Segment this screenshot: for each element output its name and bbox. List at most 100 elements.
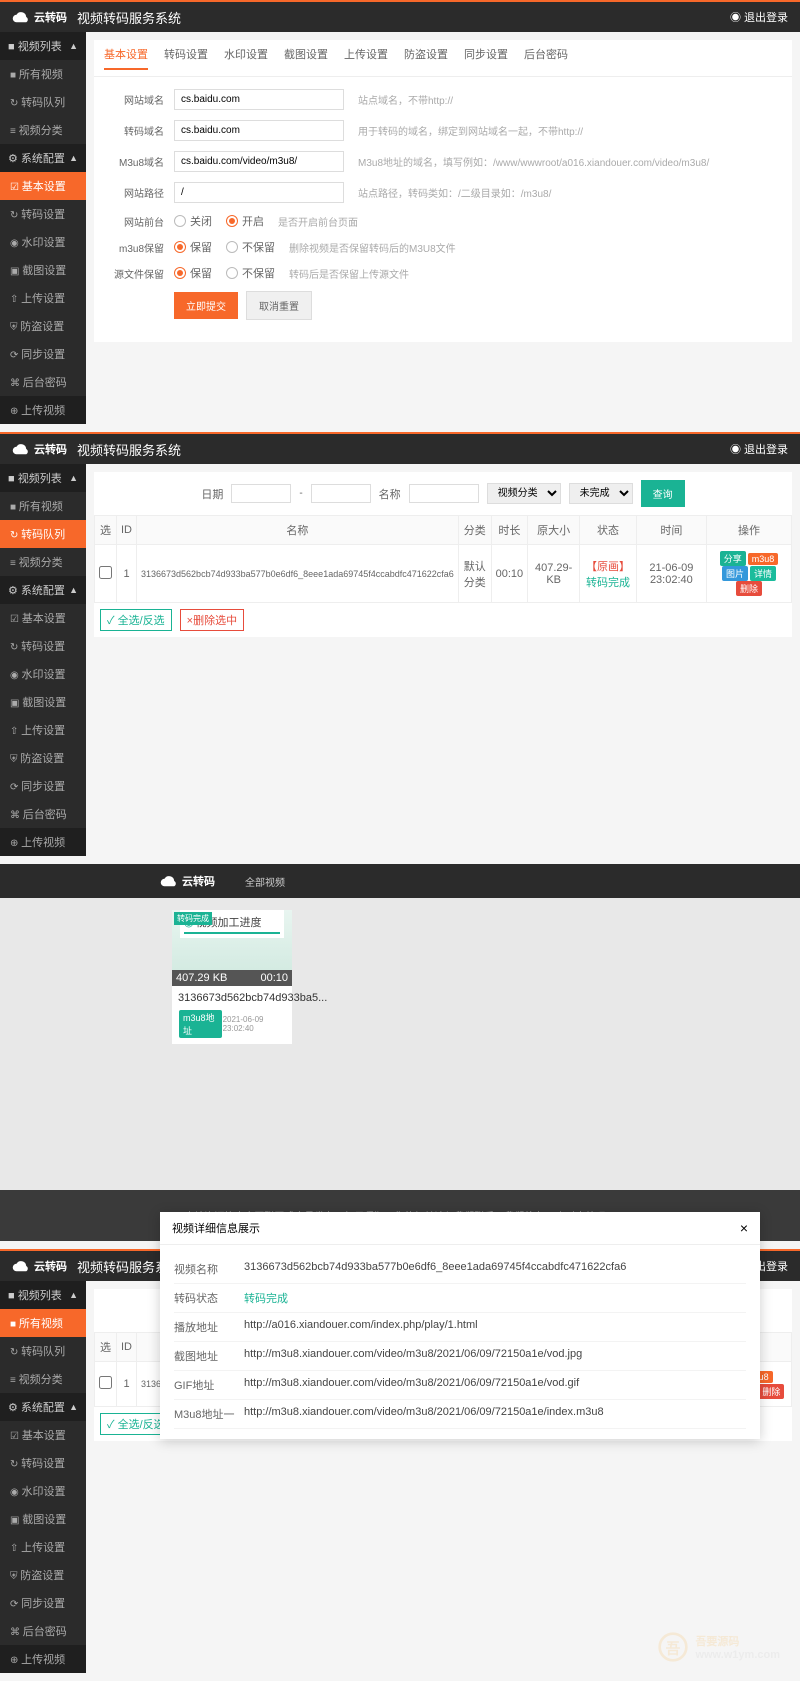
delete-selected-button[interactable]: ×删除选中 [180, 609, 244, 631]
sidebar-item-all-videos[interactable]: ■ 所有视频 [0, 492, 86, 520]
sidebar-item-antileech[interactable]: ⛨ 防盗设置 [0, 312, 86, 340]
action-detail[interactable]: 详情 [750, 566, 776, 581]
select-category[interactable]: 视频分类 [487, 483, 561, 504]
logout-link[interactable]: ◉ 退出登录 [730, 9, 788, 25]
cell-status: 【原画】转码完成 [580, 545, 637, 603]
logo: 云转码 [12, 1257, 67, 1275]
sidebar-item-sync[interactable]: ⟳ 同步设置 [0, 1589, 86, 1617]
logout-link[interactable]: ◉ 退出登录 [730, 441, 788, 457]
top-bar: 云转码 视频转码服务系统 ◉ 退出登录 [0, 0, 800, 32]
sidebar-item-password[interactable]: ⌘ 后台密码 [0, 800, 86, 828]
input-site-path[interactable] [174, 182, 344, 203]
radio-m3u8-nokeep[interactable]: 不保留 [226, 239, 275, 255]
sidebar-item-category[interactable]: ≡ 视频分类 [0, 548, 86, 576]
tab-password[interactable]: 后台密码 [524, 46, 568, 70]
label-name: 名称 [379, 486, 401, 502]
sidebar-item-screenshot[interactable]: ▣ 截图设置 [0, 688, 86, 716]
sidebar-item-queue[interactable]: ↻ 转码队列 [0, 1337, 86, 1365]
sidebar-item-transcode[interactable]: ↻ 转码设置 [0, 1449, 86, 1477]
sidebar-group-config[interactable]: ⚙ 系统配置▲ [0, 1393, 86, 1421]
sidebar-item-antileech[interactable]: ⛨ 防盗设置 [0, 744, 86, 772]
sidebar-item-password[interactable]: ⌘ 后台密码 [0, 368, 86, 396]
watermark: 吾 吾要源码www.w1ym.com [657, 1631, 780, 1663]
tab-transcode[interactable]: 转码设置 [164, 46, 208, 70]
sidebar-item-screenshot[interactable]: ▣ 截图设置 [0, 1505, 86, 1533]
sidebar-group-config[interactable]: ⚙ 系统配置▲ [0, 576, 86, 604]
sidebar-group-videos[interactable]: ■ 视频列表▲ [0, 464, 86, 492]
tab-sync[interactable]: 同步设置 [464, 46, 508, 70]
sidebar-group-videos[interactable]: ■ 视频列表▲ [0, 32, 86, 60]
th-cat: 分类 [458, 516, 491, 545]
sidebar-item-basic[interactable]: ☑ 基本设置 [0, 604, 86, 632]
sidebar-item-watermark[interactable]: ◉ 水印设置 [0, 1477, 86, 1505]
row-checkbox[interactable] [99, 1376, 112, 1389]
logo: 云转码 [160, 872, 215, 890]
table-row: 1 3136673d562bcb74d933ba577b0e6df6_8eee1… [95, 545, 792, 603]
sidebar-item-category[interactable]: ≡ 视频分类 [0, 116, 86, 144]
card-badge[interactable]: m3u8地址 [179, 1010, 222, 1038]
sidebar-item-upload[interactable]: ⇧ 上传设置 [0, 716, 86, 744]
card-date: 2021-06-09 23:02:40 [223, 1015, 286, 1033]
input-date-to[interactable] [311, 484, 371, 503]
close-icon[interactable]: × [740, 1220, 748, 1236]
th-status: 状态 [580, 516, 637, 545]
sidebar-item-screenshot[interactable]: ▣ 截图设置 [0, 256, 86, 284]
sidebar-item-basic[interactable]: ☑ 基本设置 [0, 172, 86, 200]
radio-src-nokeep[interactable]: 不保留 [226, 265, 275, 281]
input-trans-domain[interactable] [174, 120, 344, 141]
tab-antileech[interactable]: 防盗设置 [404, 46, 448, 70]
sidebar-group-videos[interactable]: ■ 视频列表▲ [0, 1281, 86, 1309]
sidebar-item-queue[interactable]: ↻ 转码队列 [0, 88, 86, 116]
action-share[interactable]: 分享 [720, 551, 746, 566]
sidebar-item-all-videos[interactable]: ■ 所有视频 [0, 60, 86, 88]
sidebar-item-upload[interactable]: ⇧ 上传设置 [0, 284, 86, 312]
select-status[interactable]: 未完成 [569, 483, 633, 504]
sidebar-item-watermark[interactable]: ◉ 水印设置 [0, 660, 86, 688]
sidebar-item-upload-video[interactable]: ⊕ 上传视频 [0, 1645, 86, 1673]
search-button[interactable]: 查询 [641, 480, 685, 507]
cell-name: 3136673d562bcb74d933ba577b0e6df6_8eee1ad… [137, 545, 459, 603]
input-date-from[interactable] [231, 484, 291, 503]
tab-watermark[interactable]: 水印设置 [224, 46, 268, 70]
action-m3u8[interactable]: m3u8 [748, 553, 779, 565]
sidebar-item-upload[interactable]: ⇧ 上传设置 [0, 1533, 86, 1561]
tab-screenshot[interactable]: 截图设置 [284, 46, 328, 70]
sidebar-item-sync[interactable]: ⟳ 同步设置 [0, 340, 86, 368]
action-delete[interactable]: 删除 [736, 581, 762, 596]
input-site-domain[interactable] [174, 89, 344, 110]
sidebar-item-password[interactable]: ⌘ 后台密码 [0, 1617, 86, 1645]
video-card[interactable]: 转码完成 ◉ 视频加工进度 407.29 KB00:10 3136673d562… [172, 910, 292, 1044]
input-m3u8-domain[interactable] [174, 151, 344, 172]
sidebar-item-upload-video[interactable]: ⊕ 上传视频 [0, 828, 86, 856]
sidebar-item-watermark[interactable]: ◉ 水印设置 [0, 228, 86, 256]
sidebar-item-category[interactable]: ≡ 视频分类 [0, 1365, 86, 1393]
action-img[interactable]: 图片 [722, 566, 748, 581]
sidebar-group-config[interactable]: ⚙ 系统配置▲ [0, 144, 86, 172]
submit-button[interactable]: 立即提交 [174, 292, 238, 319]
sidebar-item-sync[interactable]: ⟳ 同步设置 [0, 772, 86, 800]
sidebar-item-basic[interactable]: ☑ 基本设置 [0, 1421, 86, 1449]
sidebar-item-antileech[interactable]: ⛨ 防盗设置 [0, 1561, 86, 1589]
nav-all-videos[interactable]: 全部视频 [245, 874, 285, 889]
hint-m3u8-domain: M3u8地址的域名，填写例如：/www/wwwroot/a016.xiandou… [358, 154, 709, 169]
sidebar-item-all-videos[interactable]: ■ 所有视频 [0, 1309, 86, 1337]
radio-src-keep[interactable]: 保留 [174, 265, 212, 281]
th-dur: 时长 [491, 516, 528, 545]
sidebar: ■ 视频列表▲ ■ 所有视频 ↻ 转码队列 ≡ 视频分类 ⚙ 系统配置▲ ☑ 基… [0, 32, 86, 424]
tab-upload[interactable]: 上传设置 [344, 46, 388, 70]
sidebar-item-transcode[interactable]: ↻ 转码设置 [0, 632, 86, 660]
reset-button[interactable]: 取消重置 [246, 291, 312, 320]
tab-basic[interactable]: 基本设置 [104, 46, 148, 70]
svg-text:吾: 吾 [666, 1641, 681, 1658]
radio-front-off[interactable]: 关闭 [174, 213, 212, 229]
row-checkbox[interactable] [99, 566, 112, 579]
select-all-button[interactable]: ✓ 全选/反选 [100, 609, 172, 631]
search-bar: 日期 - 名称 视频分类 未完成 查询 [94, 472, 792, 515]
sidebar-item-upload-video[interactable]: ⊕ 上传视频 [0, 396, 86, 424]
sidebar-item-transcode[interactable]: ↻ 转码设置 [0, 200, 86, 228]
radio-m3u8-keep[interactable]: 保留 [174, 239, 212, 255]
radio-front-on[interactable]: 开启 [226, 213, 264, 229]
sidebar-item-queue[interactable]: ↻ 转码队列 [0, 520, 86, 548]
top-bar-2: 云转码 视频转码服务系统 ◉ 退出登录 [0, 432, 800, 464]
input-name[interactable] [409, 484, 479, 503]
